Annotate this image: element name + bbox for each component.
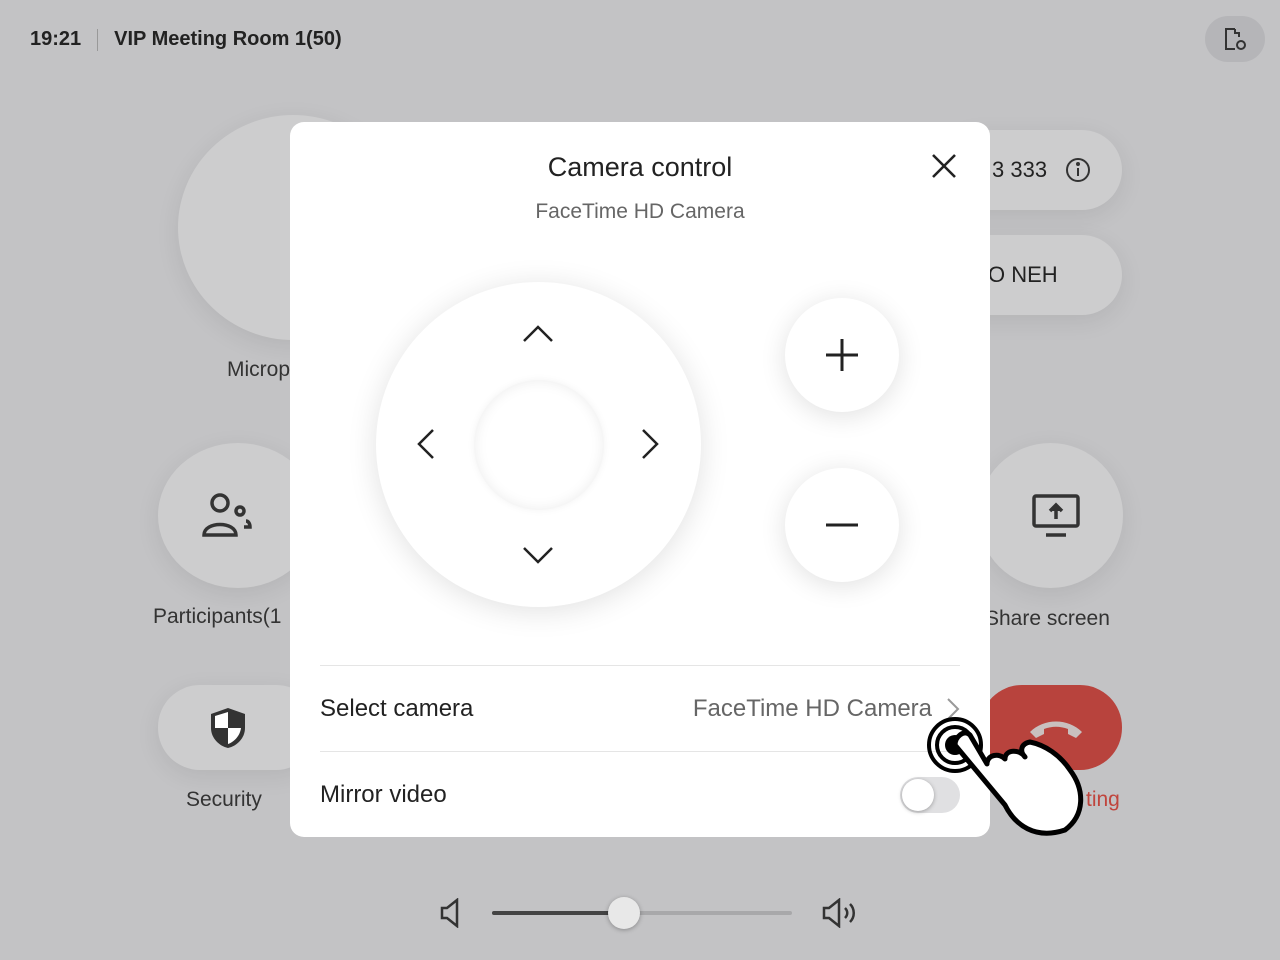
camera-name: FaceTime HD Camera	[535, 200, 745, 223]
zoom-out-button[interactable]	[785, 468, 899, 582]
meeting-id: 3 333	[992, 157, 1048, 182]
plus-icon	[826, 339, 858, 371]
chevron-right-icon	[642, 429, 659, 459]
room-name: VIP Meeting Room 1(50)	[114, 28, 342, 50]
camera-control-dialog: Camera control FaceTime HD Camera Select…	[290, 122, 990, 837]
room-settings-button[interactable]	[1205, 16, 1265, 62]
volume-slider[interactable]	[492, 897, 792, 929]
zoom-in-button[interactable]	[785, 298, 899, 412]
mirror-video-row: Mirror video	[320, 751, 960, 837]
leave-meeting-label: ting	[1086, 788, 1120, 811]
chevron-left-icon	[417, 429, 434, 459]
participants-label: Participants(1	[153, 605, 282, 628]
volume-fill	[492, 911, 624, 915]
selected-camera: FaceTime HD Camera	[692, 694, 932, 722]
volume-low-icon[interactable]	[440, 898, 462, 928]
dialog-title: Camera control	[547, 152, 733, 182]
tilt-up-button[interactable]	[518, 314, 558, 354]
tilt-down-button[interactable]	[518, 535, 558, 575]
divider	[97, 28, 99, 51]
security-label: Security	[186, 788, 262, 811]
pan-right-button[interactable]	[630, 424, 670, 464]
select-camera-row[interactable]: Select camera FaceTime HD Camera	[320, 665, 960, 751]
header: 19:21 VIP Meeting Room 1(50)	[30, 28, 342, 51]
security-shield-icon	[211, 707, 245, 748]
chevron-down-icon	[523, 547, 553, 564]
close-icon[interactable]	[928, 150, 960, 182]
room-settings-icon	[1225, 28, 1246, 50]
clock: 19:21	[30, 28, 82, 50]
share-screen-icon	[1031, 493, 1080, 537]
chevron-up-icon	[523, 325, 553, 342]
select-camera-label: Select camera	[320, 694, 474, 722]
pan-tilt-pad	[376, 282, 701, 607]
passcode: O NEH	[988, 262, 1058, 287]
microphone-label: Microp	[227, 358, 291, 381]
minus-icon	[826, 523, 858, 527]
dpad-center[interactable]	[474, 380, 604, 510]
mirror-video-label: Mirror video	[320, 780, 447, 808]
hand-cursor-icon	[927, 717, 1084, 836]
volume-high-icon[interactable]	[822, 898, 858, 928]
share-screen-button[interactable]	[978, 443, 1123, 588]
share-screen-label: Share screen	[985, 607, 1110, 630]
info-icon[interactable]	[1065, 157, 1091, 183]
participants-icon	[202, 492, 252, 537]
pan-left-button[interactable]	[406, 424, 446, 464]
volume-thumb[interactable]	[608, 897, 640, 929]
volume-control	[440, 897, 858, 929]
